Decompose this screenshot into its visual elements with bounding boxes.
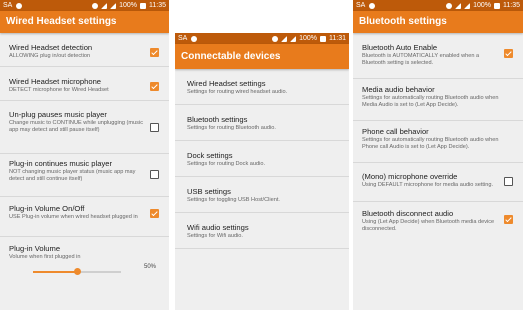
clock: 11:35 bbox=[503, 2, 520, 9]
row-summary: Change music to CONTINUE while unpluggin… bbox=[9, 120, 143, 133]
setting-row-plugin-volume: Plug-in Volume Volume when first plugged… bbox=[0, 237, 169, 260]
battery-icon bbox=[320, 35, 326, 42]
setting-row-headset-detection[interactable]: Wired Headset detection ALLOWING plug in… bbox=[0, 33, 169, 67]
row-summary: USE Plug-in volume when wired headset pl… bbox=[9, 214, 138, 220]
battery-icon bbox=[140, 2, 146, 9]
row-title: Bluetooth Auto Enable bbox=[362, 43, 438, 52]
app-bar-title: Bluetooth settings bbox=[353, 11, 523, 33]
status-bar: SA 100% 11:35 bbox=[353, 0, 523, 11]
app-bar-title: Wired Headset settings bbox=[0, 11, 169, 33]
setting-row-phone-call[interactable]: Phone call behavior Settings for automat… bbox=[353, 121, 523, 163]
setting-row-headset-microphone[interactable]: Wired Headset microphone DETECT micropho… bbox=[0, 67, 169, 101]
row-summary: Settings for toggling USB Host/Client. bbox=[187, 197, 280, 203]
row-title: Phone call behavior bbox=[362, 127, 429, 136]
wifi-icon bbox=[455, 2, 462, 9]
row-summary: Using DEFAULT microphone for media audio… bbox=[362, 182, 493, 188]
row-summary: NOT changing music player status (music … bbox=[9, 169, 136, 182]
clock: 11:35 bbox=[149, 2, 166, 9]
volume-slider-fill bbox=[33, 271, 77, 273]
menu-item-dock[interactable]: Dock settings Settings for routing Dock … bbox=[175, 141, 349, 177]
menu-item-usb[interactable]: USB settings Settings for toggling USB H… bbox=[175, 177, 349, 213]
checkbox-plugin-volume[interactable] bbox=[150, 209, 159, 218]
battery-icon bbox=[494, 2, 500, 9]
clock: 11:31 bbox=[329, 35, 346, 42]
setting-row-plugin-volume-toggle[interactable]: Plug-in Volume On/Off USE Plug-in volume… bbox=[0, 197, 169, 237]
app-bar-title: Connectable devices bbox=[175, 44, 349, 69]
checkbox-bt-disconnect[interactable] bbox=[504, 215, 513, 224]
notification-icon bbox=[191, 35, 198, 42]
checkbox-bt-auto-enable[interactable] bbox=[504, 49, 513, 58]
status-bar: SA 100% 11:31 bbox=[175, 33, 349, 44]
row-title: Wifi audio settings bbox=[187, 223, 249, 232]
menu-item-wired-headset[interactable]: Wired Headset settings Settings for rout… bbox=[175, 69, 349, 105]
carrier-label: SA bbox=[3, 2, 13, 9]
setting-row-plugin-continues[interactable]: Plug-in continues music player NOT chang… bbox=[0, 154, 169, 197]
row-title: Media audio behavior bbox=[362, 85, 435, 94]
carrier-label: SA bbox=[178, 35, 188, 42]
row-summary: Settings for automatically routing Bluet… bbox=[362, 137, 499, 150]
menu-item-wifi-audio[interactable]: Wifi audio settings Settings for Wifi au… bbox=[175, 213, 349, 249]
row-title: Wired Headset detection bbox=[9, 43, 93, 52]
setting-row-unplug-pauses[interactable]: Un-plug pauses music player Change music… bbox=[0, 101, 169, 154]
setting-row-mono-mic[interactable]: (Mono) microphone override Using DEFAULT… bbox=[353, 163, 523, 202]
menu-item-bluetooth[interactable]: Bluetooth settings Settings for routing … bbox=[175, 105, 349, 141]
notification-icon bbox=[369, 2, 376, 9]
row-title: Dock settings bbox=[187, 151, 233, 160]
row-summary: DETECT microphone for Wired Headset bbox=[9, 87, 109, 93]
setting-row-bt-auto-enable[interactable]: Bluetooth Auto Enable Bluetooth is AUTOM… bbox=[353, 33, 523, 79]
battery-label: 100% bbox=[119, 2, 137, 9]
devices-list: Wired Headset settings Settings for rout… bbox=[175, 69, 349, 249]
row-summary: Settings for Wifi audio. bbox=[187, 233, 243, 239]
battery-label: 100% bbox=[473, 2, 491, 9]
checkbox-headset-detection[interactable] bbox=[150, 48, 159, 57]
battery-label: 100% bbox=[299, 35, 317, 42]
row-summary: Settings for routing Bluetooth audio. bbox=[187, 125, 276, 131]
row-title: Bluetooth disconnect audio bbox=[362, 209, 454, 218]
checkbox-unplug-pauses[interactable] bbox=[150, 123, 159, 132]
checkbox-mono-mic[interactable] bbox=[504, 177, 513, 186]
signal-icon bbox=[464, 2, 471, 9]
setting-row-media-audio[interactable]: Media audio behavior Settings for automa… bbox=[353, 79, 523, 121]
row-title: Wired Headset settings bbox=[187, 79, 266, 88]
wired-headset-screen: SA 100% 11:35 Wired Headset settings Wir… bbox=[0, 0, 169, 310]
row-summary: ALLOWING plug in/out detection bbox=[9, 53, 91, 59]
connectable-devices-screen: SA 100% 11:31 Connectable devices Wired … bbox=[175, 33, 349, 310]
row-summary: Settings for routing wired headset audio… bbox=[187, 89, 288, 95]
carrier-label: SA bbox=[356, 2, 366, 9]
bluetooth-settings-screen: SA 100% 11:35 Bluetooth settings Bluetoo… bbox=[353, 0, 523, 310]
row-summary: Settings for automatically routing Bluet… bbox=[362, 95, 499, 108]
headset-icon bbox=[92, 2, 99, 9]
row-title: Plug-in continues music player bbox=[9, 159, 112, 168]
volume-percent-label: 50% bbox=[143, 264, 156, 270]
headset-icon bbox=[446, 2, 453, 9]
row-summary: Settings for routing Dock audio. bbox=[187, 161, 266, 167]
row-summary: Bluetooth is AUTOMATICALLY enabled when … bbox=[362, 53, 480, 66]
wifi-icon bbox=[281, 35, 288, 42]
settings-list: Wired Headset detection ALLOWING plug in… bbox=[0, 33, 169, 283]
row-title: Bluetooth settings bbox=[187, 115, 248, 124]
status-bar: SA 100% 11:35 bbox=[0, 0, 169, 11]
notification-icon bbox=[16, 2, 23, 9]
row-title: Un-plug pauses music player bbox=[9, 110, 107, 119]
signal-icon bbox=[110, 2, 117, 9]
bluetooth-list: Bluetooth Auto Enable Bluetooth is AUTOM… bbox=[353, 33, 523, 240]
row-title: USB settings bbox=[187, 187, 231, 196]
headset-icon bbox=[272, 35, 279, 42]
signal-icon bbox=[290, 35, 297, 42]
row-summary: Using (Let App Decide) when Bluetooth me… bbox=[362, 219, 495, 232]
volume-slider-thumb[interactable] bbox=[73, 268, 81, 275]
volume-slider-row: 50% bbox=[0, 260, 169, 283]
row-title: Wired Headset microphone bbox=[9, 77, 102, 86]
wifi-icon bbox=[101, 2, 108, 9]
setting-row-bt-disconnect[interactable]: Bluetooth disconnect audio Using (Let Ap… bbox=[353, 202, 523, 240]
row-title: (Mono) microphone override bbox=[362, 172, 458, 181]
row-title: Plug-in Volume On/Off bbox=[9, 204, 85, 213]
checkbox-plugin-continues[interactable] bbox=[150, 170, 159, 179]
checkbox-headset-microphone[interactable] bbox=[150, 82, 159, 91]
row-title: Plug-in Volume bbox=[9, 244, 61, 253]
